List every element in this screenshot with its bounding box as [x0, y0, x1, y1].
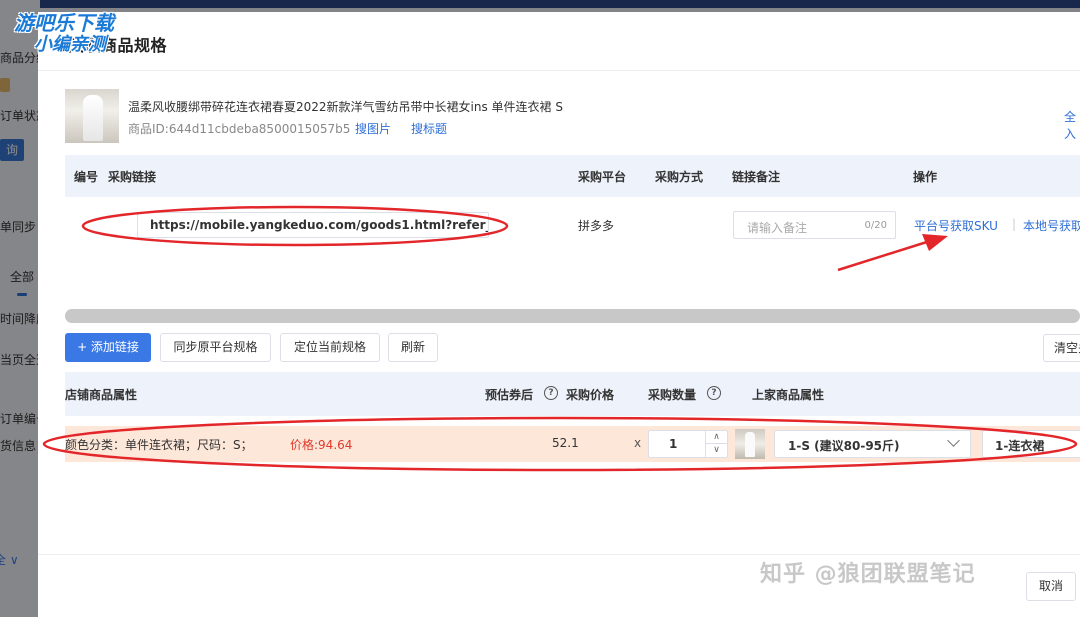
- col-shop-attr: 店铺商品属性: [65, 388, 138, 402]
- supplier-spec-select[interactable]: 1-S (建议80-95斤): [774, 430, 971, 458]
- col-supplier-attr: 上家商品属性: [752, 388, 825, 402]
- buy-price-value: 52.1: [552, 436, 579, 450]
- note-char-count: 0/20: [864, 220, 887, 231]
- add-link-button[interactable]: + 添加链接: [65, 333, 151, 362]
- help-icon[interactable]: ?: [707, 386, 721, 400]
- link-table-header: 编号 采购链接 采购平台 采购方式 链接备注 操作: [65, 155, 1080, 197]
- purchase-url-input[interactable]: https://mobile.yangkeduo.com/goods1.html…: [137, 212, 489, 238]
- sku-table-header: 店铺商品属性 预估券后 ? 采购价格 采购数量 ? 上家商品属性: [65, 372, 1080, 416]
- col-purchase-link: 采购链接: [108, 170, 157, 184]
- shop-sku-price: 价格:94.64: [290, 438, 353, 452]
- search-image-link[interactable]: 搜图片: [355, 120, 391, 137]
- product-image: [65, 89, 119, 143]
- platform-get-sku-link[interactable]: 平台号获取SKU: [914, 217, 998, 234]
- col-link-note: 链接备注: [732, 170, 781, 184]
- chevron-down-icon: [947, 434, 960, 447]
- multiply-sign: x: [634, 436, 642, 450]
- col-actions: 操作: [913, 170, 938, 184]
- stepper-up-icon[interactable]: ∧: [705, 431, 727, 444]
- search-title-link[interactable]: 搜标题: [411, 120, 447, 137]
- quantity-value[interactable]: 1: [669, 437, 677, 451]
- help-icon[interactable]: ?: [544, 386, 558, 400]
- note-input[interactable]: 请输入备注 0/20: [733, 211, 896, 239]
- link-table-row: https://mobile.yangkeduo.com/goods1.html…: [65, 197, 1080, 253]
- col-number: 编号: [74, 170, 99, 184]
- locate-spec-button[interactable]: 定位当前规格: [280, 333, 380, 362]
- supplier-spec-value: 1-S (建议80-95斤): [788, 439, 900, 453]
- horizontal-scrollbar[interactable]: [65, 309, 1080, 323]
- watermark-bottom-right: 知乎 @狼团联盟笔记: [760, 562, 976, 587]
- col-est-coupon: 预估券后: [485, 388, 534, 402]
- watermark-line2: 小编亲测: [34, 34, 106, 55]
- local-get-sku-link[interactable]: 本地号获取: [1023, 217, 1080, 234]
- col-buy-price: 采购价格: [566, 388, 615, 402]
- product-title: 温柔风收腰绑带碎花连衣裙春夏2022新款洋气雪纺吊带中长裙女ins 单件连衣裙 …: [128, 100, 563, 114]
- supplier-spec-value-2: 1-连衣裙: [995, 439, 1045, 453]
- watermark-line1: 游吧乐下载: [14, 11, 114, 35]
- cancel-button[interactable]: 取消: [1026, 572, 1076, 601]
- action-separator: |: [1012, 217, 1017, 231]
- col-purchase-method: 采购方式: [655, 170, 704, 184]
- note-placeholder: 请输入备注: [747, 221, 808, 235]
- modal-header-divider: [38, 70, 1080, 71]
- sku-table-row: 颜色分类：单件连衣裙；尺码：S； 价格:94.64 52.1 x 1 ∧ ∨ 1…: [65, 426, 1080, 462]
- supplier-sku-thumbnail: [735, 429, 765, 459]
- col-buy-qty: 采购数量: [648, 388, 697, 402]
- footer-divider: [38, 554, 1080, 555]
- clear-links-button[interactable]: 清空关联: [1043, 334, 1080, 362]
- quantity-stepper[interactable]: 1 ∧ ∨: [648, 430, 728, 458]
- select-all-link[interactable]: 全入: [1064, 108, 1080, 142]
- supplier-spec-select-2[interactable]: 1-连衣裙: [982, 430, 1080, 458]
- refresh-button[interactable]: 刷新: [388, 333, 438, 362]
- stepper-down-icon[interactable]: ∨: [705, 444, 727, 457]
- sync-specs-button[interactable]: 同步原平台规格: [160, 333, 271, 362]
- col-platform: 采购平台: [578, 170, 627, 184]
- link-specs-modal: 关联商品规格 温柔风收腰绑带碎花连衣裙春夏2022新款洋气雪纺吊带中长裙女ins…: [38, 12, 1080, 617]
- platform-value: 拼多多: [578, 219, 615, 233]
- shop-sku-attr: 颜色分类：单件连衣裙；尺码：S；: [65, 438, 253, 452]
- watermark-top-left: 游吧乐下载 小编亲测: [14, 12, 149, 56]
- product-id: 商品ID:644d11cbdeba8500015057b5: [128, 122, 351, 136]
